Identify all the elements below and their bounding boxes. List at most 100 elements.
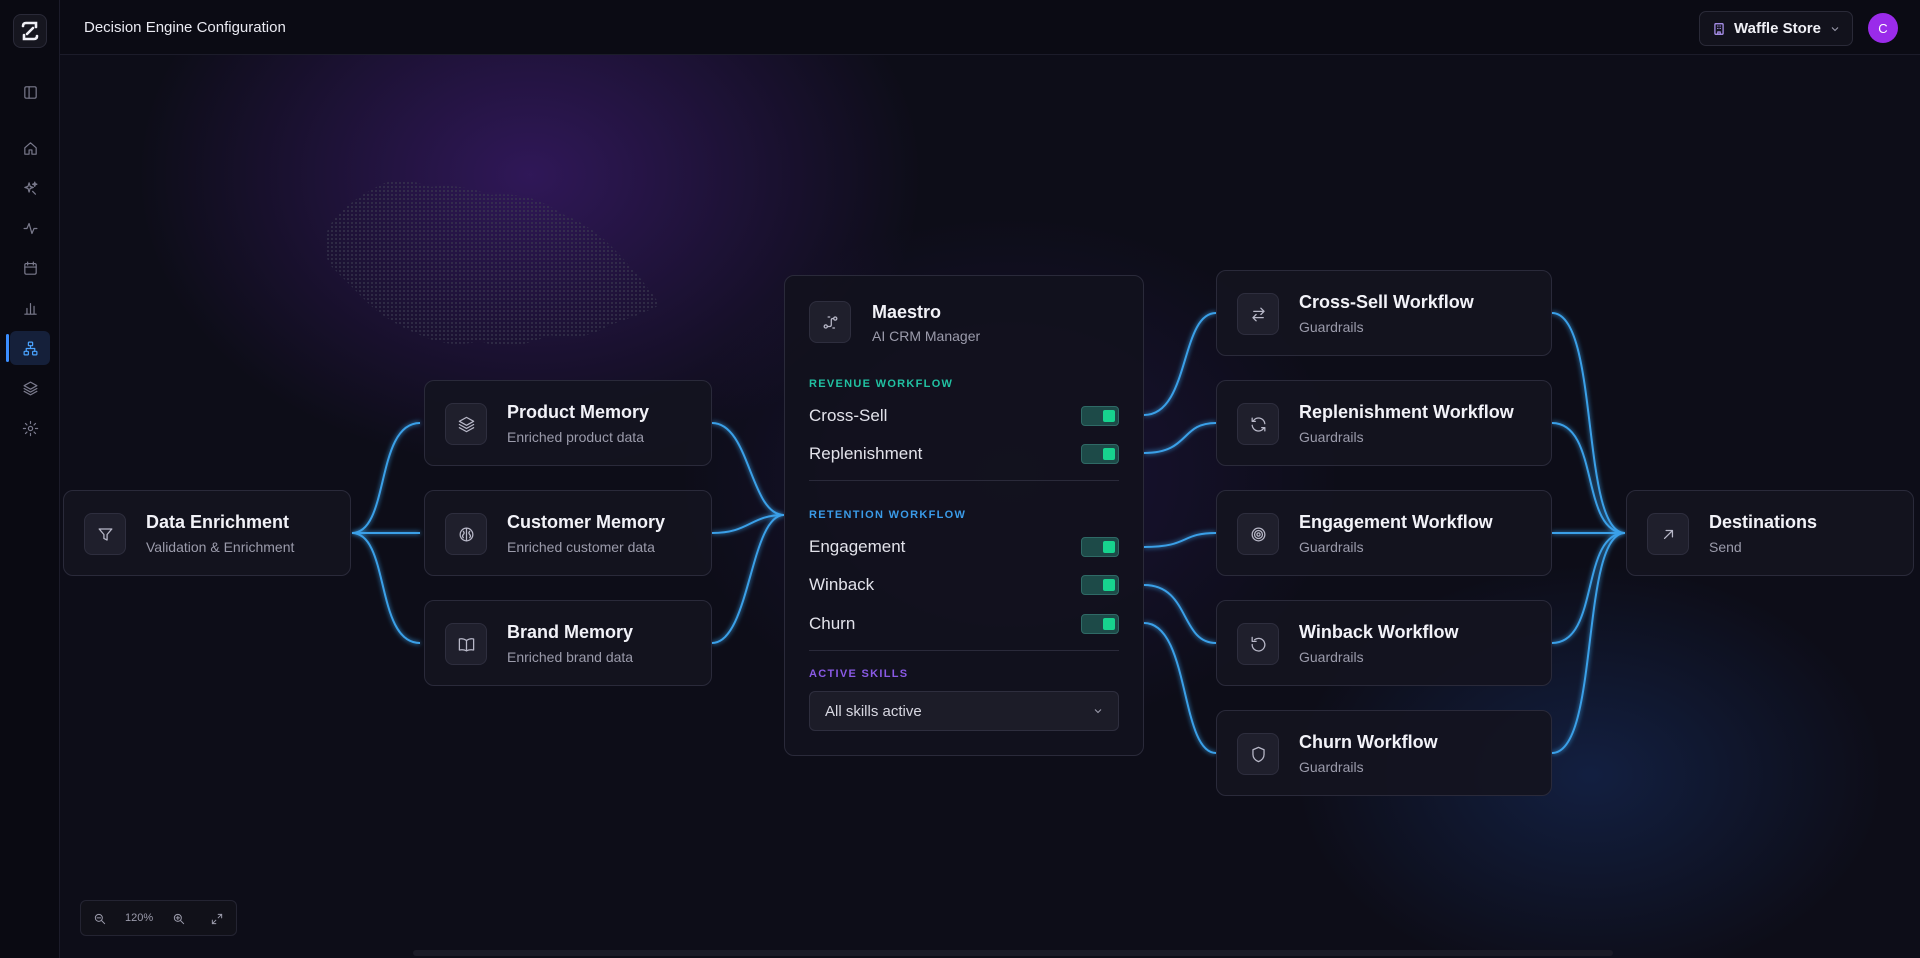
zoom-in-icon [173, 913, 185, 925]
retention-workflow-label: RETENTION WORKFLOW [809, 509, 967, 521]
toggle-row-cross-sell: Cross-Sell [809, 404, 1119, 428]
maestro-subtitle: AI CRM Manager [872, 328, 981, 344]
app-logo[interactable] [13, 14, 47, 48]
network-icon [23, 341, 37, 355]
node-title: Cross-Sell Workflow [1299, 292, 1474, 312]
building-icon [1714, 22, 1724, 35]
node-subtitle: Enriched product data [507, 429, 644, 445]
sidebar [0, 0, 60, 958]
node-title: Engagement Workflow [1299, 512, 1493, 532]
node-icon-box [1237, 293, 1279, 335]
chevron-down-icon [1094, 709, 1102, 714]
node-icon-box [1647, 513, 1689, 555]
swap-icon [1251, 307, 1265, 321]
node-subtitle: Guardrails [1299, 319, 1364, 335]
node-replenishment-workflow[interactable]: Replenishment Workflow Guardrails [1216, 380, 1552, 466]
node-subtitle: Enriched customer data [507, 539, 655, 555]
refresh-icon [1251, 416, 1265, 432]
activity-icon [23, 222, 37, 234]
layers-icon [458, 416, 474, 432]
sparkles-icon [23, 181, 37, 195]
toggle-label: Replenishment [809, 444, 923, 463]
book-open-icon [458, 637, 474, 651]
node-customer-memory[interactable]: Customer Memory Enriched customer data [424, 490, 712, 576]
node-title: Brand Memory [507, 622, 634, 642]
sidebar-item-analytics[interactable] [10, 291, 50, 325]
sidebar-item-calendar[interactable] [10, 251, 50, 285]
node-cross-sell-workflow[interactable]: Cross-Sell Workflow Guardrails [1216, 270, 1552, 356]
home-icon [23, 141, 37, 155]
zoom-controls: 120% [80, 900, 237, 936]
winback-toggle[interactable] [1081, 575, 1119, 595]
zoom-in-button[interactable] [170, 910, 188, 928]
node-title: Replenishment Workflow [1299, 402, 1514, 422]
user-avatar[interactable]: C [1868, 13, 1898, 43]
active-skills-select[interactable]: All skills active [809, 691, 1119, 731]
zoom-level: 120% [125, 912, 154, 924]
section-divider [809, 650, 1119, 651]
node-product-memory[interactable]: Product Memory Enriched product data [424, 380, 712, 466]
sidebar-item-activity[interactable] [10, 211, 50, 245]
workflow-icon [823, 315, 837, 329]
node-title: Data Enrichment [146, 512, 290, 532]
node-icon-box [445, 623, 487, 665]
sidebar-item-ai[interactable] [10, 171, 50, 205]
node-icon-box [445, 513, 487, 555]
horizontal-scrollbar[interactable] [413, 950, 1613, 956]
node-title: Winback Workflow [1299, 622, 1459, 642]
page-title: Decision Engine Configuration [84, 19, 286, 36]
node-icon-box [809, 301, 851, 343]
node-data-enrichment[interactable]: Data Enrichment Validation & Enrichment [63, 490, 351, 576]
sidebar-item-layers[interactable] [10, 371, 50, 405]
fit-view-button[interactable] [208, 910, 226, 928]
node-icon-box [1237, 733, 1279, 775]
workflow-canvas[interactable]: Data Enrichment Validation & Enrichment … [60, 55, 1920, 958]
toggle-label: Churn [809, 614, 856, 633]
node-subtitle: Guardrails [1299, 539, 1364, 555]
node-icon-box [1237, 403, 1279, 445]
maestro-title: Maestro [872, 302, 942, 322]
zoom-out-button[interactable] [91, 910, 109, 928]
calendar-icon [23, 261, 37, 275]
node-subtitle: Guardrails [1299, 649, 1364, 665]
toggle-label: Engagement [809, 537, 906, 556]
node-churn-workflow[interactable]: Churn Workflow Guardrails [1216, 710, 1552, 796]
layers-icon [23, 381, 37, 395]
chevron-down-icon [1831, 26, 1839, 31]
node-winback-workflow[interactable]: Winback Workflow Guardrails [1216, 600, 1552, 686]
store-name: Waffle Store [1734, 20, 1821, 37]
sidebar-item-settings[interactable] [10, 411, 50, 445]
shield-icon [1251, 746, 1265, 762]
store-selector[interactable]: Waffle Store [1699, 11, 1853, 46]
revenue-workflow-label: REVENUE WORKFLOW [809, 378, 954, 390]
settings-icon [22, 420, 38, 436]
skills-select-value: All skills active [825, 702, 922, 720]
churn-toggle[interactable] [1081, 614, 1119, 634]
bar-chart-icon [23, 302, 37, 315]
sidebar-item-home[interactable] [10, 131, 50, 165]
sidebar-item-decision-engine[interactable] [10, 331, 50, 365]
node-engagement-workflow[interactable]: Engagement Workflow Guardrails [1216, 490, 1552, 576]
node-destinations[interactable]: Destinations Send [1626, 490, 1914, 576]
toggle-row-engagement: Engagement [809, 535, 1119, 559]
panel-toggle-icon [23, 85, 37, 99]
node-icon-box [84, 513, 126, 555]
toggle-row-churn: Churn [809, 612, 1119, 636]
node-title: Destinations [1709, 512, 1818, 532]
node-subtitle: Guardrails [1299, 429, 1364, 445]
node-brand-memory[interactable]: Brand Memory Enriched brand data [424, 600, 712, 686]
top-bar: Decision Engine Configuration Waffle Sto… [60, 0, 1920, 55]
target-icon [1251, 527, 1265, 541]
logo-icon [21, 21, 39, 41]
section-divider [809, 480, 1119, 481]
active-nav-indicator [6, 334, 9, 362]
maestro-card[interactable]: Maestro AI CRM Manager REVENUE WORKFLOW … [784, 275, 1144, 756]
node-subtitle: Send [1709, 539, 1742, 555]
replenishment-toggle[interactable] [1081, 444, 1119, 464]
engagement-toggle[interactable] [1081, 537, 1119, 557]
cross-sell-toggle[interactable] [1081, 406, 1119, 426]
toggle-label: Winback [809, 575, 875, 594]
toggle-row-replenishment: Replenishment [809, 442, 1119, 466]
filter-icon [98, 527, 112, 541]
sidebar-toggle-button[interactable] [10, 75, 50, 109]
